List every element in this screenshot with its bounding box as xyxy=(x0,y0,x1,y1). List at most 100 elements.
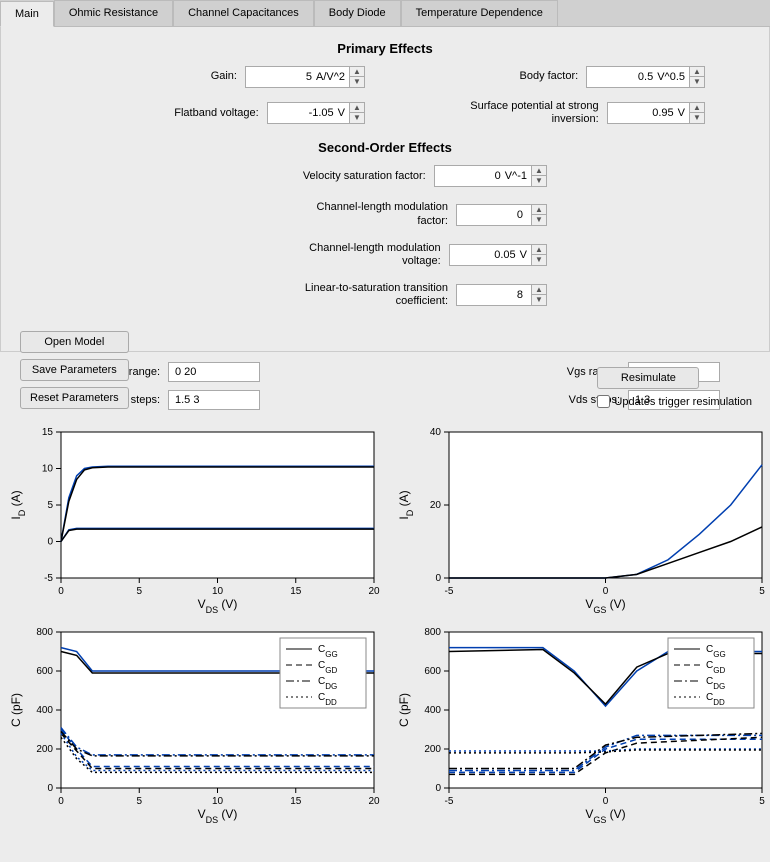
gain-label: Gain: xyxy=(211,70,237,83)
clmv-row: Channel-length modulation voltage: V ▲▼ xyxy=(65,242,705,268)
svg-text:10: 10 xyxy=(212,796,224,807)
up-arrow-icon[interactable]: ▲ xyxy=(532,245,546,255)
svg-text:5: 5 xyxy=(47,500,53,511)
svg-text:200: 200 xyxy=(424,744,441,755)
down-arrow-icon[interactable]: ▼ xyxy=(690,77,704,87)
linsat-input[interactable] xyxy=(457,286,527,304)
gain-input[interactable] xyxy=(246,68,316,86)
clmv-input[interactable] xyxy=(450,246,520,264)
svg-text:0: 0 xyxy=(47,536,53,547)
linsat-row: Linear-to-saturation transition coeffici… xyxy=(65,282,705,308)
svg-text:0: 0 xyxy=(47,783,53,794)
tab-body-diode[interactable]: Body Diode xyxy=(314,0,401,26)
svg-text:15: 15 xyxy=(290,796,302,807)
svg-text:40: 40 xyxy=(430,427,442,438)
trigger-checkbox[interactable] xyxy=(597,395,610,408)
svg-text:200: 200 xyxy=(36,744,53,755)
gain-row: Gain: A/V^2 ▲▼ xyxy=(65,66,365,88)
svg-text:C (pF): C (pF) xyxy=(9,693,23,727)
tab-bar: Main Ohmic Resistance Channel Capacitanc… xyxy=(0,0,770,27)
bodyfactor-row: Body factor: V^0.5 ▲▼ xyxy=(405,66,705,88)
flatband-row: Flatband voltage: V ▲▼ xyxy=(65,100,365,126)
velocity-input[interactable] xyxy=(435,167,505,185)
trigger-checkbox-row[interactable]: Updates trigger resimulation xyxy=(597,395,752,408)
tab-ohmic[interactable]: Ohmic Resistance xyxy=(54,0,173,26)
bodyfactor-label: Body factor: xyxy=(520,70,579,83)
down-arrow-icon[interactable]: ▼ xyxy=(532,255,546,265)
up-arrow-icon[interactable]: ▲ xyxy=(532,205,546,215)
svg-text:5: 5 xyxy=(759,586,765,597)
up-arrow-icon[interactable]: ▲ xyxy=(532,166,546,176)
svg-text:VGS (V): VGS (V) xyxy=(585,597,625,614)
reset-params-button[interactable]: Reset Parameters xyxy=(20,387,129,409)
up-arrow-icon[interactable]: ▲ xyxy=(690,67,704,77)
svg-text:ID (A): ID (A) xyxy=(397,490,415,519)
flatband-label: Flatband voltage: xyxy=(174,107,258,120)
tab-capacitances[interactable]: Channel Capacitances xyxy=(173,0,314,26)
svg-text:0: 0 xyxy=(603,586,609,597)
down-arrow-icon[interactable]: ▼ xyxy=(532,215,546,225)
svg-text:VDS (V): VDS (V) xyxy=(198,597,238,614)
gain-spin: A/V^2 ▲▼ xyxy=(245,66,365,88)
svg-text:ID (A): ID (A) xyxy=(9,490,27,519)
svg-text:5: 5 xyxy=(136,586,142,597)
svg-text:5: 5 xyxy=(759,796,765,807)
svg-text:600: 600 xyxy=(36,666,53,677)
svg-text:20: 20 xyxy=(368,796,380,807)
plot-c-vgs: -5050200400600800VGS (V)C (pF)CGGCGDCDGC… xyxy=(394,624,770,824)
down-arrow-icon[interactable]: ▼ xyxy=(532,295,546,305)
plot-id-vds: 05101520-5051015VDS (V)ID (A) xyxy=(6,424,384,614)
tab-temperature[interactable]: Temperature Dependence xyxy=(401,0,558,26)
open-model-button[interactable]: Open Model xyxy=(20,331,129,353)
svg-text:0: 0 xyxy=(435,783,441,794)
svg-text:10: 10 xyxy=(212,586,224,597)
vds-range-input[interactable] xyxy=(168,362,260,382)
svg-text:20: 20 xyxy=(430,500,442,511)
svg-text:VGS (V): VGS (V) xyxy=(585,807,625,824)
svg-text:20: 20 xyxy=(368,586,380,597)
svg-text:0: 0 xyxy=(58,796,64,807)
up-arrow-icon[interactable]: ▲ xyxy=(350,103,364,113)
svg-text:800: 800 xyxy=(424,627,441,638)
down-arrow-icon[interactable]: ▼ xyxy=(350,113,364,123)
svg-text:400: 400 xyxy=(36,705,53,716)
velocity-row: Velocity saturation factor: V^-1 ▲▼ xyxy=(65,165,705,187)
main-panel: Primary Effects Gain: A/V^2 ▲▼ Body fact… xyxy=(0,27,770,352)
svg-text:0: 0 xyxy=(435,573,441,584)
down-arrow-icon[interactable]: ▼ xyxy=(690,113,704,123)
svg-text:15: 15 xyxy=(290,586,302,597)
surface-row: Surface potential at strong inversion: V… xyxy=(405,100,705,126)
plot-grid: 0 5 10 15 20 -5 0 5 10 15 VDS (V) ID (A) -5 0 5 0 20 40 V… xyxy=(0,418,770,824)
plot-id-vgs: -5 0 5 0 20 40 VGS (V) ID (A) xyxy=(394,424,770,614)
second-title: Second-Order Effects xyxy=(19,140,751,155)
left-button-column: Open Model Save Parameters Reset Paramet… xyxy=(20,331,129,409)
surface-label: Surface potential at strong inversion: xyxy=(449,100,599,126)
svg-text:800: 800 xyxy=(36,627,53,638)
svg-text:600: 600 xyxy=(424,666,441,677)
down-arrow-icon[interactable]: ▼ xyxy=(350,77,364,87)
svg-text:15: 15 xyxy=(42,427,54,438)
svg-text:0: 0 xyxy=(58,586,64,597)
plot-c-vds: 051015200200400600800VDS (V)C (pF)CGGCGD… xyxy=(6,624,384,824)
lambda-input[interactable] xyxy=(457,206,527,224)
svg-text:C (pF): C (pF) xyxy=(397,693,411,727)
up-arrow-icon[interactable]: ▲ xyxy=(350,67,364,77)
up-arrow-icon[interactable]: ▲ xyxy=(690,103,704,113)
up-arrow-icon[interactable]: ▲ xyxy=(532,285,546,295)
svg-text:-5: -5 xyxy=(445,796,454,807)
trigger-label: Updates trigger resimulation xyxy=(614,396,752,408)
vgs-steps-input[interactable] xyxy=(168,390,260,410)
svg-text:0: 0 xyxy=(603,796,609,807)
save-params-button[interactable]: Save Parameters xyxy=(20,359,129,381)
resimulate-button[interactable]: Resimulate xyxy=(597,367,699,389)
flatband-input[interactable] xyxy=(268,104,338,122)
gain-unit: A/V^2 xyxy=(316,71,349,83)
tab-main[interactable]: Main xyxy=(0,1,54,27)
surface-input[interactable] xyxy=(608,104,678,122)
primary-title: Primary Effects xyxy=(19,41,751,56)
bodyfactor-input[interactable] xyxy=(587,68,657,86)
svg-text:-5: -5 xyxy=(445,586,454,597)
lambda-row: Channel-length modulation factor: ▲▼ xyxy=(65,201,705,227)
down-arrow-icon[interactable]: ▼ xyxy=(532,176,546,186)
svg-text:-5: -5 xyxy=(44,573,53,584)
